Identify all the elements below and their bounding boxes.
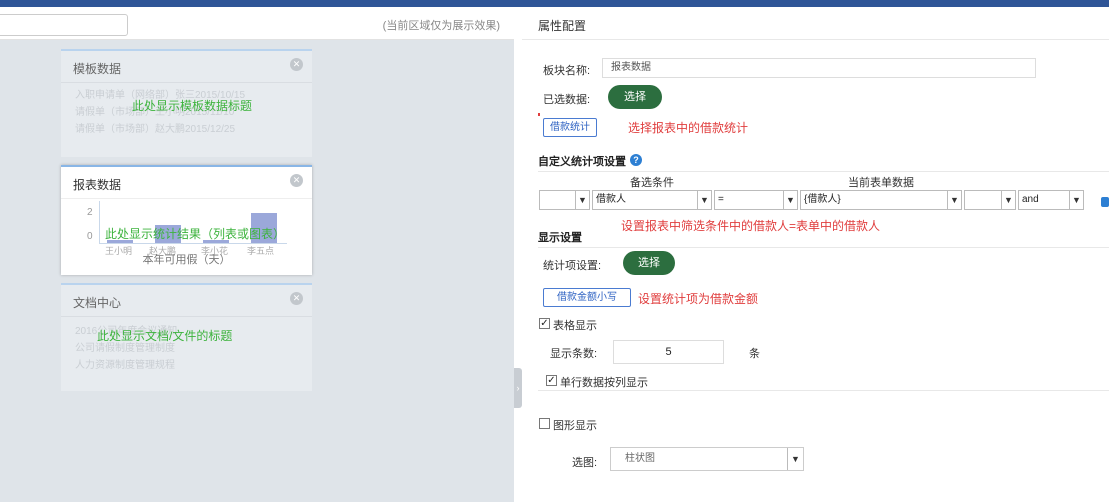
close-paren-select[interactable]: ▼ [964, 190, 1016, 210]
chart-type-label: 选图: [572, 457, 598, 469]
display-settings-title: 显示设置 [538, 232, 582, 244]
help-icon[interactable]: ? [630, 154, 642, 166]
chart-display-label: 图形显示 [553, 420, 597, 432]
single-row-checkbox[interactable]: ✓ [546, 375, 557, 386]
chart-type-value: 柱状图 [625, 453, 655, 464]
col-current-header: 当前表单数据 [848, 177, 914, 189]
chart-caption: 本年可用假（天） [142, 254, 231, 266]
preview-search-input[interactable] [0, 14, 128, 36]
data-annotation: 选择报表中的借款统计 [628, 121, 749, 135]
count-input[interactable]: 5 [613, 340, 724, 364]
list-item: 人力资源制度管理规程 [75, 360, 175, 371]
top-bar [0, 0, 1109, 7]
card-divider [61, 316, 312, 317]
col-condition-header: 备选条件 [630, 177, 674, 189]
selected-data-label: 已选数据: [543, 94, 591, 106]
chevron-down-icon: ▼ [697, 191, 711, 209]
operator-select[interactable]: = ▼ [714, 190, 798, 210]
divider [538, 171, 1109, 172]
selected-data-tag[interactable]: 借款统计 [543, 118, 597, 137]
list-item: 请假单（市场部）赵大鹏2015/12/25 [75, 124, 236, 135]
select-data-button[interactable]: 选择 [608, 85, 662, 109]
preview-hint: (当前区域仅为展示效果) [382, 20, 500, 32]
single-row-label: 单行数据按列显示 [560, 377, 648, 389]
config-panel: 属性配置 板块名称: 报表数据 已选数据: 选择 借款统计 选择报表中的借款统计… [522, 7, 1109, 502]
remove-row-icon[interactable] [1101, 197, 1109, 207]
filter-field-value: 借款人 [596, 194, 626, 205]
close-icon[interactable]: ✕ [290, 174, 303, 187]
card-overlay-note: 此处显示统计结果（列表或图表） [105, 227, 286, 241]
card-overlay-note: 此处显示文档/文件的标题 [97, 329, 233, 343]
count-label: 显示条数: [550, 348, 598, 360]
chevron-down-icon: ▼ [1001, 191, 1015, 209]
custom-stat-title: 自定义统计项设置 [538, 156, 626, 168]
operator-value: = [718, 194, 724, 205]
table-display-checkbox[interactable]: ✓ [539, 318, 550, 329]
required-marker [538, 113, 540, 116]
chevron-down-icon: ▼ [947, 191, 961, 209]
logic-select[interactable]: and ▼ [1018, 190, 1084, 210]
preview-panel: (当前区域仅为展示效果) 模板数据 ✕ 入职申请单（网络部）张三2015/10/… [0, 7, 514, 502]
y-tick: 2 [87, 207, 93, 218]
card-title: 模板数据 [73, 62, 122, 76]
config-header: 属性配置 [522, 7, 1109, 40]
card-divider [61, 82, 312, 83]
block-name-label: 板块名称: [543, 65, 591, 77]
chevron-down-icon: ▼ [783, 191, 797, 209]
collapse-handle[interactable]: › [514, 368, 522, 408]
divider [538, 390, 1109, 391]
card-template-data[interactable]: 模板数据 ✕ 入职申请单（网络部）张三2015/10/15 请假单（市场部）王小… [61, 49, 312, 157]
filter-field-select[interactable]: 借款人 ▼ [592, 190, 712, 210]
table-display-label: 表格显示 [553, 320, 597, 332]
stat-annotation: 设置统计项为借款金额 [638, 292, 759, 306]
logic-value: and [1022, 194, 1039, 205]
y-axis [99, 201, 100, 243]
select-stat-button[interactable]: 选择 [623, 251, 675, 275]
stat-item-tag[interactable]: 借款金额小写 [543, 288, 631, 307]
close-icon[interactable]: ✕ [290, 58, 303, 71]
filter-value: {借款人} [804, 194, 841, 205]
config-title: 属性配置 [538, 19, 587, 33]
y-tick: 0 [87, 231, 93, 242]
chevron-down-icon: ▼ [787, 448, 803, 470]
chevron-down-icon: ▼ [1069, 191, 1083, 209]
card-title: 报表数据 [73, 178, 122, 192]
count-unit: 条 [749, 348, 760, 360]
paren-select[interactable]: ▼ [539, 190, 590, 210]
chevron-down-icon: ▼ [575, 191, 589, 209]
preview-header: (当前区域仅为展示效果) [0, 7, 514, 40]
card-document-center[interactable]: 文档中心 ✕ 2016公司年度会议通知 公司请假制度管理制度 人力资源制度管理规… [61, 283, 312, 391]
chart-type-select[interactable]: 柱状图 ▼ [610, 447, 804, 471]
chart-display-checkbox[interactable] [539, 418, 550, 429]
preview-area: 模板数据 ✕ 入职申请单（网络部）张三2015/10/15 请假单（市场部）王小… [0, 40, 514, 502]
block-name-input[interactable]: 报表数据 [602, 58, 1036, 78]
card-overlay-note: 此处显示模板数据标题 [132, 99, 253, 113]
divider [538, 247, 1109, 248]
card-report-data[interactable]: 报表数据 ✕ 2 0 王小明 赵大鹏 李小花 李五点 本年可用假（天） 此处显示… [61, 165, 312, 275]
card-title: 文档中心 [73, 296, 122, 310]
close-icon[interactable]: ✕ [290, 292, 303, 305]
filter-annotation: 设置报表中筛选条件中的借款人=表单中的借款人 [621, 219, 881, 233]
stat-item-label: 统计项设置: [543, 260, 602, 272]
filter-value-select[interactable]: {借款人} ▼ [800, 190, 962, 210]
card-divider [61, 198, 312, 199]
